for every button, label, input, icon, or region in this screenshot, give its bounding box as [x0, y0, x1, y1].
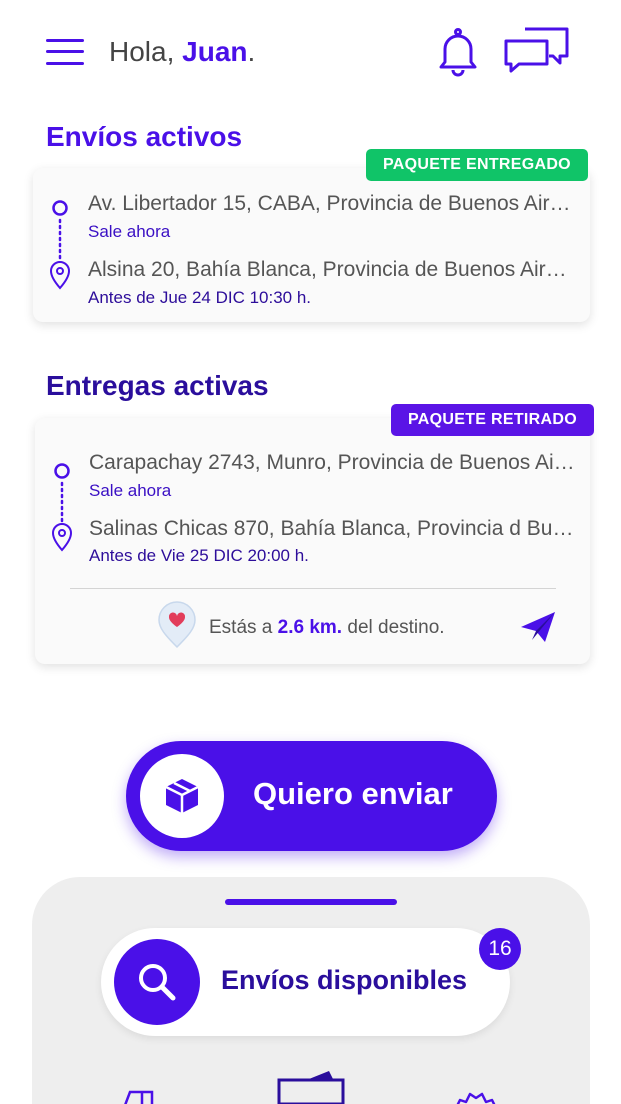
wallet-icon[interactable] [275, 1070, 347, 1104]
bottom-sheet: Envíos disponibles 16 [32, 877, 590, 1104]
sheet-handle[interactable] [225, 899, 397, 905]
active-shipments-title: Envíos activos [46, 121, 243, 152]
destination-time: Antes de Vie 25 DIC 20:00 h. [89, 546, 309, 565]
bell-icon [439, 28, 477, 77]
destination-address: Alsina 20, Bahía Blanca, Provincia de Bu… [88, 258, 573, 281]
menu-icon-bar [46, 62, 84, 65]
send-package-button[interactable]: Quiero enviar [126, 741, 497, 851]
distance-text: Estás a 2.6 km. del destino. [209, 617, 445, 639]
origin-time: Sale ahora [89, 481, 172, 500]
box-icon [165, 779, 199, 813]
origin-address: Carapachay 2743, Munro, Provincia de Bue… [89, 451, 576, 474]
messages-button[interactable] [503, 26, 571, 76]
active-deliveries-title: Entregas activas [46, 370, 269, 401]
menu-button[interactable] [46, 37, 84, 67]
cta-icon-circle [140, 754, 224, 838]
available-shipments-button[interactable]: Envíos disponibles [101, 928, 510, 1036]
active-delivery-card[interactable]: Carapachay 2743, Munro, Provincia de Bue… [35, 418, 590, 664]
menu-icon-bar [46, 50, 84, 53]
greeting: Hola, Juan. [109, 36, 255, 68]
menu-icon [46, 39, 84, 42]
active-shipment-card[interactable]: Av. Libertador 15, CABA, Provincia de Bu… [33, 168, 590, 322]
origin-circle-icon [52, 200, 68, 216]
available-shipments-label: Envíos disponibles [221, 965, 468, 995]
available-count-badge: 16 [479, 928, 521, 970]
notifications-button[interactable] [432, 26, 484, 78]
search-icon-circle [114, 939, 200, 1025]
route-line [49, 200, 71, 290]
distance-suffix: del destino. [342, 617, 445, 638]
truck-icon[interactable] [120, 1088, 174, 1104]
route-line [51, 463, 73, 552]
gear-icon[interactable] [452, 1086, 502, 1104]
chat-icon [504, 27, 569, 73]
destination-address: Salinas Chicas 870, Bahía Blanca, Provin… [89, 517, 576, 540]
send-icon[interactable] [519, 610, 557, 644]
status-badge-delivered: PAQUETE ENTREGADO [366, 149, 588, 181]
greeting-prefix: Hola, [109, 36, 183, 67]
heart-pin-icon [158, 601, 196, 649]
destination-time: Antes de Jue 24 DIC 10:30 h. [88, 288, 312, 307]
distance-value: 2.6 km. [277, 617, 343, 638]
distance-prefix: Estás a [209, 617, 278, 638]
user-name: Juan [182, 36, 248, 67]
search-icon [139, 964, 176, 1001]
top-bar: Hola, Juan. [0, 0, 621, 105]
divider [70, 588, 556, 589]
cta-label: Quiero enviar [253, 776, 453, 811]
greeting-suffix: . [247, 36, 256, 67]
status-badge-picked-up: PAQUETE RETIRADO [391, 404, 594, 436]
origin-time: Sale ahora [88, 222, 171, 241]
origin-address: Av. Libertador 15, CABA, Provincia de Bu… [88, 192, 573, 215]
origin-circle-icon [54, 463, 70, 479]
